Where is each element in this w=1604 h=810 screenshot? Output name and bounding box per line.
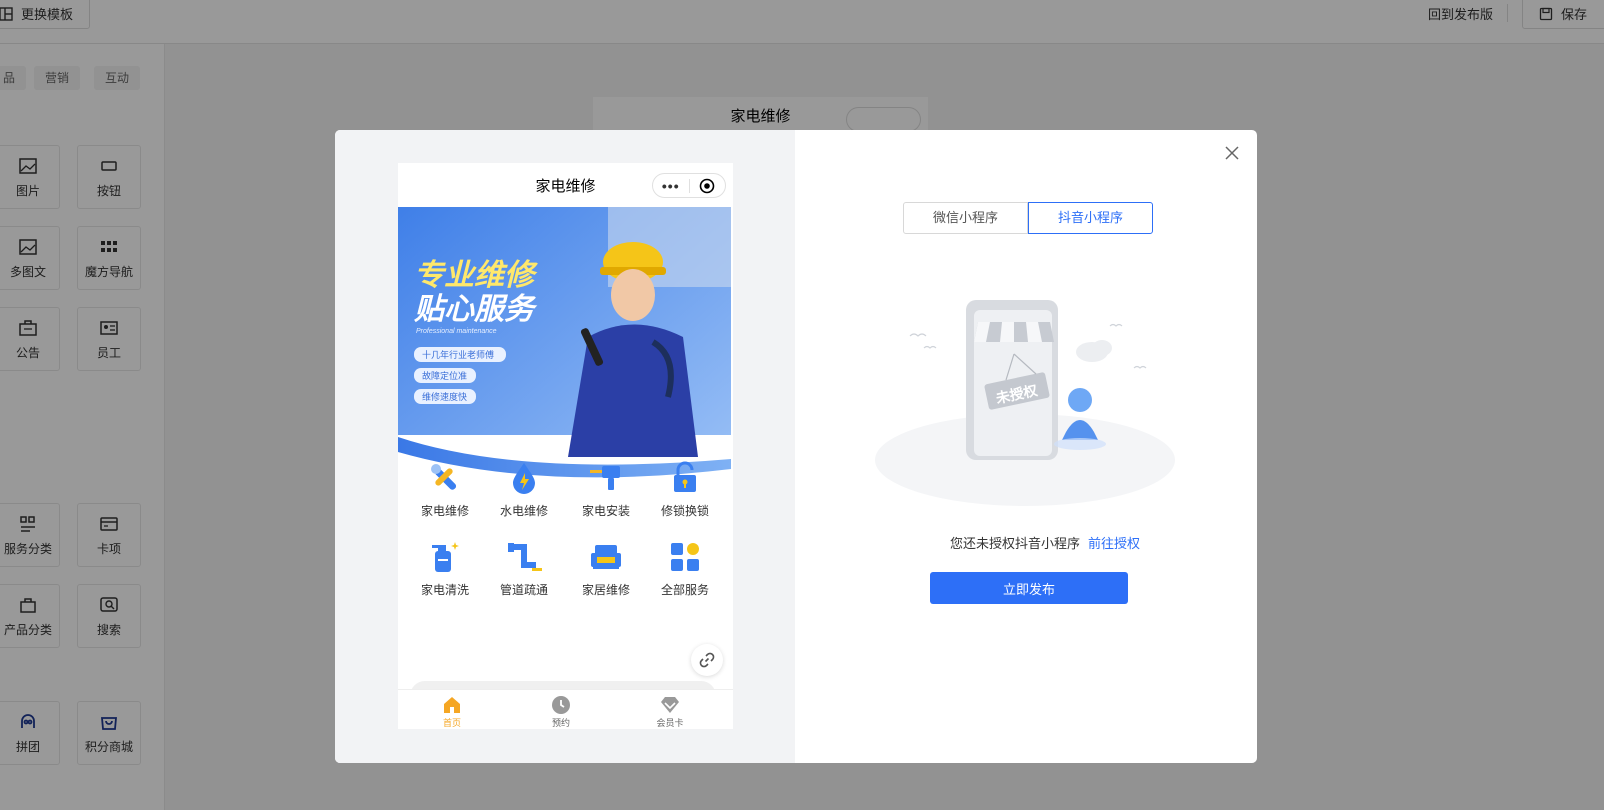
hero-banner: 专业维修 贴心服务 Professional maintenance 十几年行业… bbox=[398, 207, 731, 485]
publish-modal: 家电维修 ••• 专业维修 贴心服务 Professional maintena… bbox=[335, 130, 1257, 763]
service-appliance-repair[interactable]: 家电维修 bbox=[404, 460, 486, 524]
service-appliance-cleaning[interactable]: 家电清洗 bbox=[404, 539, 486, 603]
service-label: 管道疏通 bbox=[499, 583, 548, 597]
service-appliance-install[interactable]: 家电安装 bbox=[565, 460, 647, 524]
phone-title: 家电维修 bbox=[535, 177, 596, 195]
svg-text:故障定位准: 故障定位准 bbox=[422, 370, 467, 381]
badge-1: 十几年行业老师傅 bbox=[414, 347, 506, 362]
svg-text:十几年行业老师傅: 十几年行业老师傅 bbox=[422, 349, 494, 360]
link-icon bbox=[699, 652, 715, 668]
service-lock-change[interactable]: 修锁换锁 bbox=[644, 460, 726, 524]
badge-2: 故障定位准 bbox=[414, 368, 476, 383]
service-label: 家居维修 bbox=[581, 583, 630, 597]
diamond-icon bbox=[661, 697, 679, 713]
banner-headline-2: 贴心服务 bbox=[414, 293, 538, 326]
tab-label: 会员卡 bbox=[656, 718, 684, 728]
service-all[interactable]: 全部服务 bbox=[644, 539, 726, 603]
spray-bottle-icon bbox=[432, 542, 459, 572]
svg-text:维修速度快: 维修速度快 bbox=[422, 391, 467, 402]
preview-pane: 家电维修 ••• 专业维修 贴心服务 Professional maintena… bbox=[335, 130, 795, 763]
water-bolt-icon bbox=[513, 463, 535, 494]
more-dots-icon: ••• bbox=[661, 177, 680, 194]
service-plumbing-electric[interactable]: 水电维修 bbox=[483, 460, 565, 524]
preview-tab-bar: 首页 预约 会员卡 bbox=[398, 689, 733, 729]
tab-home[interactable]: 首页 bbox=[422, 694, 482, 729]
auth-status-text: 您还未授权抖音小程序 前往授权 bbox=[895, 533, 1195, 552]
tab-member-card[interactable]: 会员卡 bbox=[640, 694, 700, 729]
tab-label: 首页 bbox=[442, 718, 461, 728]
service-label: 全部服务 bbox=[660, 583, 709, 597]
service-label: 水电维修 bbox=[499, 504, 548, 518]
service-label: 家电安装 bbox=[581, 504, 630, 518]
unlock-icon bbox=[674, 461, 696, 492]
auth-message: 您还未授权抖音小程序 bbox=[949, 536, 1080, 551]
tab-wechat-miniapp[interactable]: 微信小程序 bbox=[903, 202, 1028, 234]
unauthorized-illustration: 未授权 bbox=[875, 300, 1175, 506]
tab-booking[interactable]: 预约 bbox=[531, 694, 591, 729]
pipe-icon bbox=[508, 543, 542, 571]
service-label: 家电维修 bbox=[420, 504, 469, 518]
tab-label: 预约 bbox=[551, 718, 570, 728]
service-label: 家电清洗 bbox=[420, 583, 469, 597]
publish-now-button[interactable]: 立即发布 bbox=[930, 572, 1128, 604]
close-icon[interactable] bbox=[1223, 144, 1241, 162]
drill-icon bbox=[590, 466, 620, 490]
sofa-icon bbox=[591, 545, 621, 569]
all-services-icon bbox=[671, 543, 699, 571]
platform-switch: 微信小程序 抖音小程序 bbox=[903, 202, 1154, 234]
service-furniture-repair[interactable]: 家居维修 bbox=[565, 539, 647, 603]
banner-headline-1: 专业维修 bbox=[414, 259, 538, 292]
go-authorize-link[interactable]: 前往授权 bbox=[1088, 536, 1140, 551]
home-icon bbox=[444, 697, 460, 713]
badge-3: 维修速度快 bbox=[414, 389, 476, 404]
close-target-icon bbox=[689, 178, 725, 194]
tools-icon bbox=[431, 464, 457, 490]
clock-icon bbox=[552, 696, 570, 714]
service-label: 修锁换锁 bbox=[660, 504, 709, 518]
phone-preview: 家电维修 ••• 专业维修 贴心服务 Professional maintena… bbox=[398, 163, 733, 729]
tab-douyin-miniapp[interactable]: 抖音小程序 bbox=[1028, 202, 1153, 234]
floating-link-button[interactable] bbox=[691, 644, 723, 676]
banner-tagline: Professional maintenance bbox=[416, 328, 497, 335]
miniapp-capsule: ••• bbox=[652, 173, 726, 198]
service-pipe-dredging[interactable]: 管道疏通 bbox=[483, 539, 565, 603]
